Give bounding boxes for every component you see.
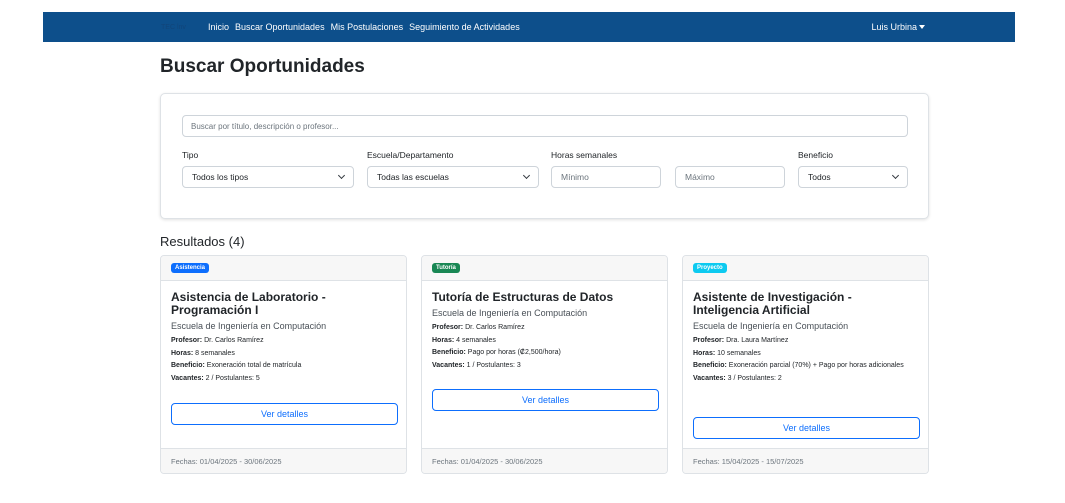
filter-card: Tipo Todos los tipos Escuela/Departament… xyxy=(160,93,929,219)
horas-label: Horas semanales xyxy=(551,150,618,160)
nav-link-mis-postulaciones[interactable]: Mis Postulaciones xyxy=(331,22,404,32)
caret-down-icon xyxy=(919,25,925,29)
escuela-select-value: Todas las escuelas xyxy=(377,172,449,182)
beneficio-select[interactable]: Todos xyxy=(798,166,908,188)
horas-min-input[interactable] xyxy=(551,166,661,188)
card-profesor: Profesor: Dr. Carlos Ramírez xyxy=(432,324,525,331)
beneficio-select-value: Todos xyxy=(808,172,831,182)
card-school: Escuela de Ingeniería en Computación xyxy=(171,321,327,331)
card-body: Tutoría de Estructuras de Datos Escuela … xyxy=(422,281,667,372)
horas-max-input[interactable] xyxy=(675,166,785,188)
card-title: Tutoría de Estructuras de Datos xyxy=(432,290,614,304)
opportunity-card: Tutoría Tutoría de Estructuras de Datos … xyxy=(421,255,668,474)
card-title: Asistencia de Laboratorio - Programación… xyxy=(171,290,326,317)
chevron-down-icon xyxy=(337,171,346,180)
page-title: Buscar Oportunidades xyxy=(160,56,365,77)
results-title: Resultados (4) xyxy=(160,234,245,249)
card-footer-dates: Fechas: 01/04/2025 - 30/06/2025 xyxy=(422,448,667,473)
card-header: Asistencia xyxy=(161,256,406,281)
card-school: Escuela de Ingeniería en Computación xyxy=(432,308,588,318)
type-badge: Tutoría xyxy=(432,263,460,273)
card-beneficio: Beneficio: Exoneración total de matrícul… xyxy=(171,362,302,369)
card-vacantes: Vacantes: 1 / Postulantes: 3 xyxy=(432,361,521,369)
card-beneficio: Beneficio: Pago por horas (₡2,500/hora) xyxy=(432,349,561,356)
nav-links: Inicio Buscar Oportunidades Mis Postulac… xyxy=(208,22,520,32)
top-navbar: TEC lnv Inicio Buscar Oportunidades Mis … xyxy=(43,12,1015,42)
card-body: Asistencia de Laboratorio - Programación… xyxy=(161,281,406,385)
card-footer-dates: Fechas: 01/04/2025 - 30/06/2025 xyxy=(161,448,406,473)
tipo-label: Tipo xyxy=(182,150,199,160)
card-horas: Horas: 10 semanales xyxy=(693,349,761,357)
card-profesor: Profesor: Dra. Laura Martínez xyxy=(693,337,789,344)
card-vacantes: Vacantes: 3 / Postulantes: 2 xyxy=(693,374,782,382)
nav-link-seguimiento-actividades[interactable]: Seguimiento de Actividades xyxy=(409,22,520,32)
card-horas: Horas: 8 semanales xyxy=(171,349,235,357)
opportunity-card: Proyecto Asistente de Investigación - In… xyxy=(682,255,929,474)
card-profesor: Profesor: Dr. Carlos Ramírez xyxy=(171,337,264,344)
escuela-select[interactable]: Todas las escuelas xyxy=(367,166,539,188)
nav-link-buscar-oportunidades[interactable]: Buscar Oportunidades xyxy=(235,22,325,32)
nav-link-inicio[interactable]: Inicio xyxy=(208,22,229,32)
chevron-down-icon xyxy=(891,171,900,180)
card-body: Asistente de Investigación - Inteligenci… xyxy=(683,281,928,385)
escuela-label: Escuela/Departamento xyxy=(367,150,454,160)
user-name: Luis Urbina xyxy=(871,22,917,32)
search-input[interactable] xyxy=(182,115,908,137)
type-badge: Proyecto xyxy=(693,263,727,273)
ver-detalles-button[interactable]: Ver detalles xyxy=(432,389,659,411)
card-header: Tutoría xyxy=(422,256,667,281)
card-title: Asistente de Investigación - Inteligenci… xyxy=(693,290,852,317)
tipo-select-value: Todos los tipos xyxy=(192,172,249,182)
chevron-down-icon xyxy=(522,171,531,180)
beneficio-label: Beneficio xyxy=(798,150,833,160)
card-footer-dates: Fechas: 15/04/2025 - 15/07/2025 xyxy=(683,448,928,473)
user-menu[interactable]: Luis Urbina xyxy=(871,22,925,32)
type-badge: Asistencia xyxy=(171,263,210,273)
card-school: Escuela de Ingeniería en Computación xyxy=(693,321,849,331)
card-beneficio: Beneficio: Exoneración parcial (70%) + P… xyxy=(693,362,904,369)
brand-logo[interactable]: TEC lnv xyxy=(161,24,186,31)
tipo-select[interactable]: Todos los tipos xyxy=(182,166,354,188)
card-horas: Horas: 4 semanales xyxy=(432,336,496,344)
ver-detalles-button[interactable]: Ver detalles xyxy=(693,417,920,439)
ver-detalles-button[interactable]: Ver detalles xyxy=(171,403,398,425)
card-header: Proyecto xyxy=(683,256,928,281)
opportunity-card: Asistencia Asistencia de Laboratorio - P… xyxy=(160,255,407,474)
card-vacantes: Vacantes: 2 / Postulantes: 5 xyxy=(171,374,260,382)
